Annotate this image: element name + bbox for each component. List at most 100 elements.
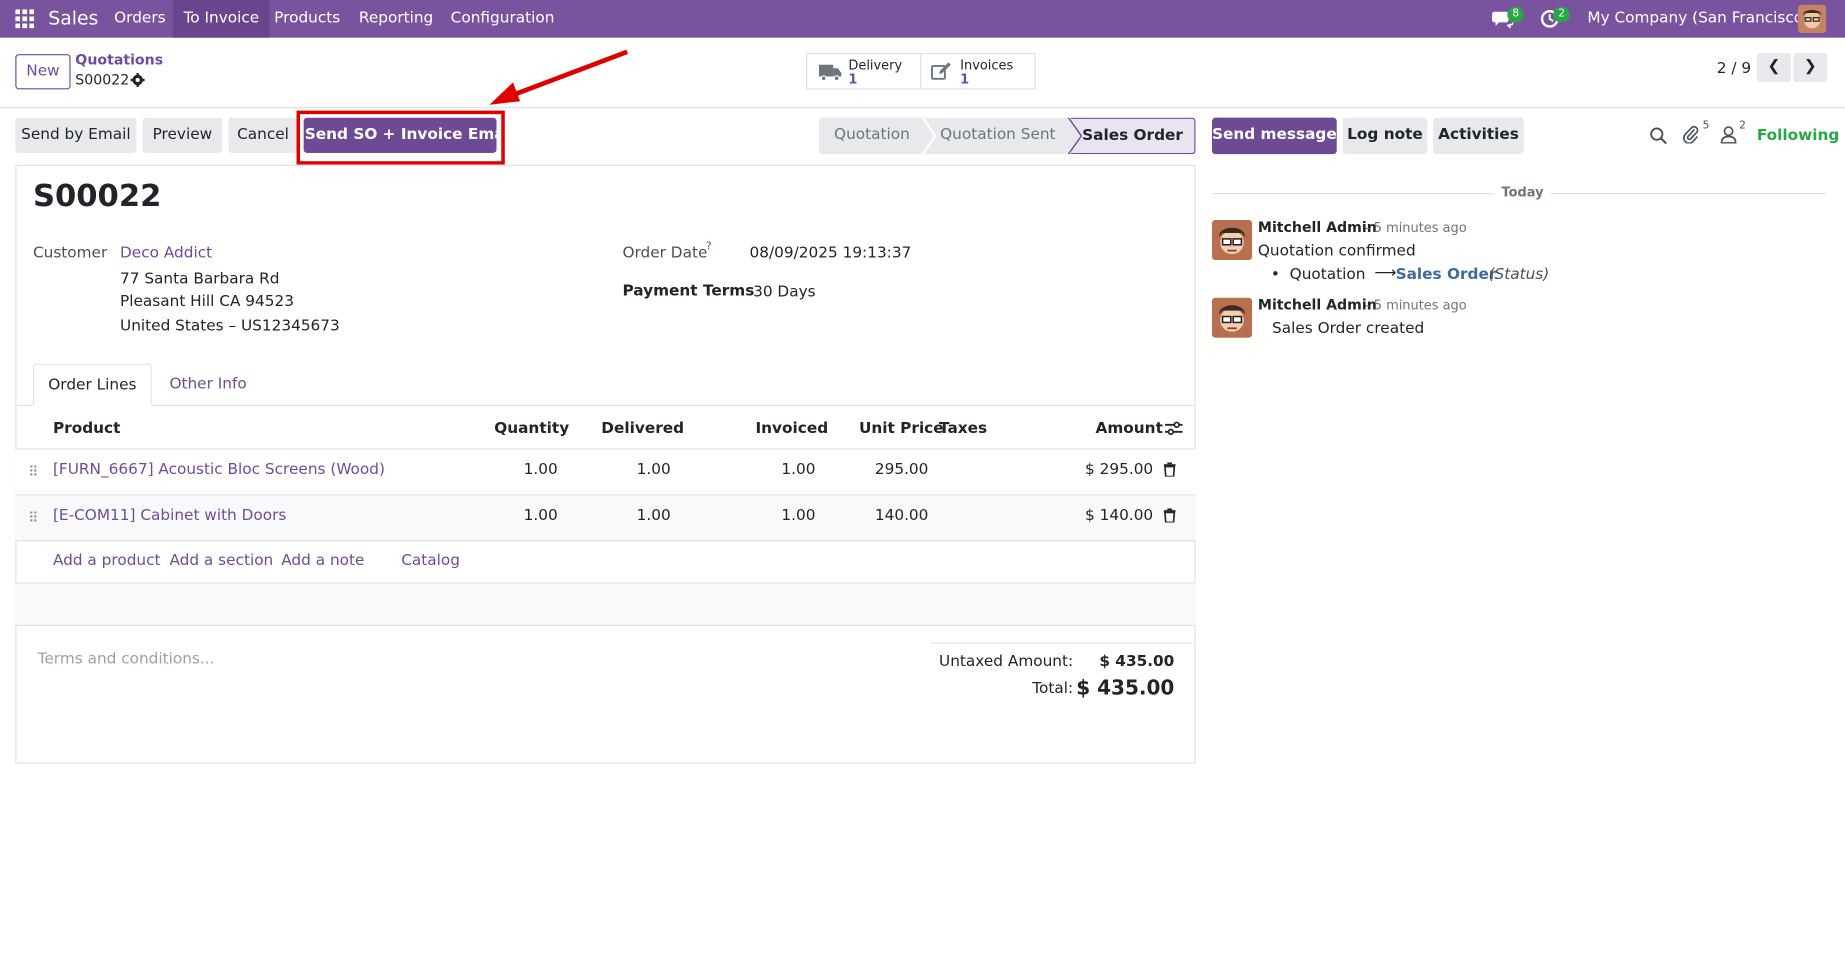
terms-input[interactable]: Terms and conditions...	[38, 651, 215, 669]
followers-count: 2	[1739, 120, 1746, 132]
col-unit-price[interactable]: Unit Price	[859, 420, 944, 438]
customer-name[interactable]: Deco Addict	[120, 245, 212, 263]
invoices-label: Invoices	[960, 57, 1014, 73]
activities-badge: 2	[1553, 7, 1570, 23]
invoiced-cell: 1.00	[781, 461, 816, 479]
total-label: Total:	[1032, 680, 1074, 698]
trash-icon[interactable]	[1163, 508, 1176, 527]
paperclip-icon	[1683, 125, 1699, 145]
record-title: S00022	[32, 178, 162, 215]
tab-order-lines[interactable]: Order Lines	[32, 363, 152, 406]
gear-icon[interactable]	[130, 72, 145, 88]
activities-button[interactable]: Activities	[1433, 117, 1524, 155]
company-switcher[interactable]: My Company (San Francisco)	[1587, 0, 1809, 38]
customer-label: Customer	[32, 244, 108, 263]
delivered-cell[interactable]: 1.00	[637, 461, 671, 479]
invoices-smart-button[interactable]: Invoices 1	[920, 52, 1036, 90]
drag-handle-icon[interactable]: ⠿	[28, 511, 38, 525]
message-body: Quotation confirmed	[1257, 242, 1416, 261]
attachments-button[interactable]: 5	[1683, 120, 1709, 149]
log-note-button[interactable]: Log note	[1342, 117, 1428, 155]
menu-to-invoice[interactable]: To Invoice	[172, 0, 270, 38]
menu-reporting[interactable]: Reporting	[348, 0, 444, 38]
breadcrumb-record: S00022	[75, 71, 130, 89]
untaxed-amount-value: $ 435.00	[1099, 653, 1175, 671]
new-button[interactable]: New	[15, 54, 71, 90]
col-product[interactable]: Product	[53, 420, 120, 438]
status-quotation-sent[interactable]: Quotation Sent	[924, 117, 1071, 155]
table-footer	[15, 583, 1196, 627]
table-row[interactable]: ⠿ [FURN_6667] Acoustic Bloc Screens (Woo…	[15, 449, 1196, 495]
message-author[interactable]: Mitchell Admin	[1258, 297, 1377, 313]
messages-badge: 8	[1507, 7, 1524, 23]
trash-icon[interactable]	[1163, 462, 1176, 481]
address-line3: United States – US12345673	[120, 317, 340, 336]
order-date-help-icon[interactable]: ?	[706, 241, 712, 253]
send-by-email-button[interactable]: Send by Email	[15, 117, 137, 153]
column-settings-icon[interactable]	[1164, 421, 1183, 440]
product-cell[interactable]: [FURN_6667] Acoustic Bloc Screens (Wood)	[53, 461, 385, 479]
order-date-value[interactable]: 08/09/2025 19:13:37	[750, 245, 912, 263]
apps-menu-icon[interactable]	[15, 9, 35, 29]
col-quantity[interactable]: Quantity	[494, 420, 569, 438]
breadcrumb-quotations[interactable]: Quotations	[75, 52, 163, 68]
message-author[interactable]: Mitchell Admin	[1258, 219, 1377, 235]
tab-other-info[interactable]: Other Info	[169, 375, 246, 393]
pager-previous-button[interactable]: ❮	[1756, 52, 1791, 83]
activities-systray[interactable]: 2	[1540, 7, 1570, 28]
menu-configuration[interactable]: Configuration	[440, 0, 565, 38]
unit-price-cell[interactable]: 140.00	[875, 507, 929, 525]
payment-terms-value[interactable]: 30 Days	[753, 284, 816, 302]
arrow-right-icon: ⟶	[1374, 264, 1397, 283]
table-row[interactable]: ⠿ [E-COM11] Cabinet with Doors 1.00 1.00…	[15, 495, 1196, 541]
menu-products[interactable]: Products	[264, 0, 351, 38]
messages-systray[interactable]: 8	[1492, 7, 1524, 30]
cancel-button[interactable]: Cancel	[228, 117, 298, 153]
avatar[interactable]	[1212, 220, 1253, 261]
date-separator: Today	[1494, 184, 1551, 201]
add-section-link[interactable]: Add a section	[169, 552, 273, 570]
col-delivered[interactable]: Delivered	[601, 420, 684, 438]
status-separator-active	[1067, 117, 1083, 155]
table-divider	[15, 540, 1196, 542]
chevron-right-icon: ❯	[1803, 57, 1817, 76]
col-amount[interactable]: Amount	[1096, 420, 1163, 438]
message-time: - 5 minutes ago	[1364, 297, 1467, 314]
quantity-cell[interactable]: 1.00	[524, 507, 558, 525]
menu-orders[interactable]: Orders	[104, 0, 177, 38]
payment-terms-label: Payment Terms	[622, 282, 755, 301]
status-sales-order[interactable]: Sales Order	[1070, 117, 1196, 155]
avatar[interactable]	[1212, 297, 1253, 338]
address-line1: 77 Santa Barbara Rd	[120, 270, 280, 289]
followers-button[interactable]: 2	[1720, 120, 1746, 148]
order-date-label: Order Date	[622, 244, 708, 263]
col-taxes[interactable]: Taxes	[939, 420, 987, 438]
product-cell[interactable]: [E-COM11] Cabinet with Doors	[53, 507, 286, 525]
status-quotation[interactable]: Quotation	[818, 117, 925, 155]
add-note-link[interactable]: Add a note	[281, 552, 364, 570]
add-product-link[interactable]: Add a product	[53, 552, 161, 570]
quantity-cell[interactable]: 1.00	[524, 461, 558, 479]
preview-button[interactable]: Preview	[142, 117, 223, 153]
status-separator	[921, 117, 937, 155]
tracking-old-value: Quotation	[1289, 265, 1366, 284]
pager-next-button[interactable]: ❯	[1793, 52, 1828, 83]
catalog-link[interactable]: Catalog	[401, 552, 460, 570]
send-message-button[interactable]: Send message	[1212, 117, 1337, 155]
unit-price-cell[interactable]: 295.00	[875, 461, 929, 479]
following-toggle[interactable]: Following	[1757, 127, 1840, 145]
totals-divider	[930, 642, 1194, 644]
search-icon[interactable]	[1650, 127, 1668, 149]
annotation-arrow	[489, 49, 629, 105]
delivery-smart-button[interactable]: Delivery 1	[806, 52, 922, 90]
col-invoiced[interactable]: Invoiced	[755, 420, 828, 438]
drag-handle-icon[interactable]: ⠿	[28, 465, 38, 479]
tracking-field: (Status)	[1488, 265, 1550, 284]
app-name[interactable]: Sales	[48, 0, 98, 38]
delivery-label: Delivery	[848, 57, 903, 73]
tracking-new-value: Sales Order	[1395, 265, 1497, 284]
pager-value[interactable]: 2 / 9	[1717, 60, 1751, 78]
user-avatar[interactable]	[1797, 4, 1827, 33]
delivered-cell[interactable]: 1.00	[637, 507, 671, 525]
user-icon	[1720, 126, 1737, 144]
